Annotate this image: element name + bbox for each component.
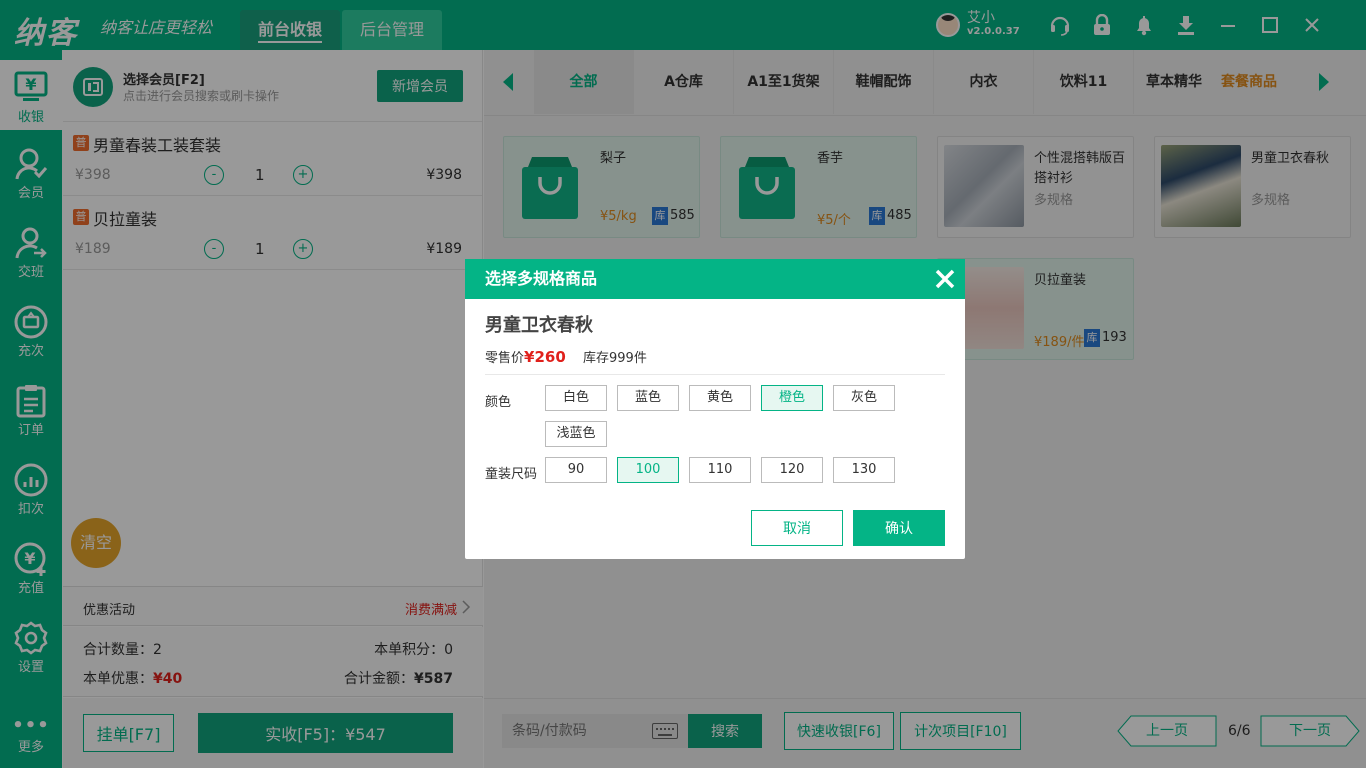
color-option[interactable]: 蓝色	[617, 385, 679, 411]
color-option[interactable]: 白色	[545, 385, 607, 411]
size-label: 童装尺码	[485, 467, 538, 482]
confirm-button[interactable]: 确认	[853, 510, 945, 546]
size-option[interactable]: 110	[689, 457, 751, 483]
spec-select-dialog: 选择多规格商品 男童卫衣春秋 零售价¥260 库存999件 颜色 白色 蓝色 黄…	[465, 259, 965, 559]
color-option[interactable]: 黄色	[689, 385, 751, 411]
dialog-title: 选择多规格商品	[485, 269, 598, 288]
dialog-stock: 库存999件	[583, 351, 647, 366]
dialog-product-name: 男童卫衣春秋	[485, 315, 593, 336]
color-option[interactable]: 浅蓝色	[545, 421, 607, 447]
color-label: 颜色	[485, 395, 512, 410]
dialog-price: 零售价¥260	[485, 347, 566, 366]
size-option-selected[interactable]: 100	[617, 457, 679, 483]
size-option[interactable]: 120	[761, 457, 823, 483]
dialog-price-label: 零售价	[485, 351, 525, 366]
color-option-selected[interactable]: 橙色	[761, 385, 823, 411]
dialog-header: 选择多规格商品	[465, 259, 965, 299]
size-option[interactable]: 130	[833, 457, 895, 483]
divider	[485, 374, 945, 375]
close-dialog-icon[interactable]	[933, 259, 957, 299]
color-option[interactable]: 灰色	[833, 385, 895, 411]
size-option[interactable]: 90	[545, 457, 607, 483]
cancel-button[interactable]: 取消	[751, 510, 843, 546]
dialog-price-value: ¥260	[524, 348, 566, 366]
